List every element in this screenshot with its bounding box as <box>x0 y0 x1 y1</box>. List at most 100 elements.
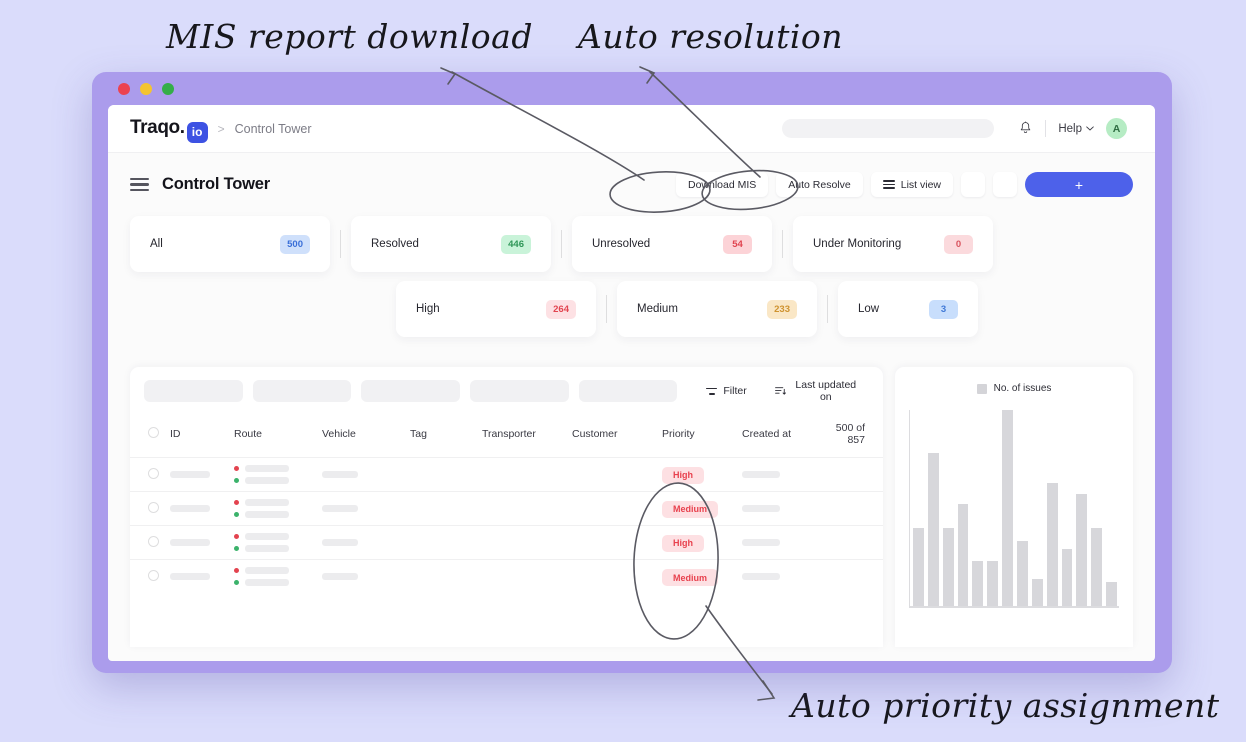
cell-id <box>170 560 234 594</box>
table-row[interactable]: Medium <box>130 491 883 526</box>
sort-icon <box>774 387 786 395</box>
stat-card-under-monitoring[interactable]: Under Monitoring 0 <box>793 216 993 272</box>
column-header-tag[interactable]: Tag <box>410 415 482 458</box>
route-origin <box>234 465 322 472</box>
cell-vehicle <box>322 560 410 594</box>
hamburger-icon[interactable] <box>130 177 149 192</box>
sort-button[interactable]: Last updated on <box>765 379 869 403</box>
destination-dot-icon <box>234 580 239 586</box>
row-select-cell <box>130 560 170 594</box>
column-header-priority[interactable]: Priority <box>662 415 742 458</box>
column-header-id[interactable]: ID <box>170 415 234 458</box>
cell-route <box>234 458 322 492</box>
chart-bar <box>1046 482 1058 606</box>
route-destination <box>234 511 322 518</box>
window-titlebar <box>92 72 1172 105</box>
chart-bar <box>1031 578 1043 606</box>
search-input[interactable] <box>782 119 995 138</box>
stat-label: Resolved <box>371 238 419 250</box>
chart-bar <box>987 560 999 606</box>
table-filter-bar: Filter Last updated on <box>130 367 883 415</box>
download-mis-button[interactable]: Download MIS <box>676 172 769 197</box>
chart-bar <box>1061 549 1073 606</box>
cell-priority: High <box>662 526 742 560</box>
browser-window: Traqo. io > Control Tower Help A Control… <box>92 72 1172 673</box>
origin-dot-icon <box>234 466 239 471</box>
logo-wordmark: Traqo. <box>130 117 185 139</box>
cell-extra <box>832 526 883 560</box>
origin-dot-icon <box>234 500 239 505</box>
stat-card-low[interactable]: Low 3 <box>838 281 978 337</box>
bell-icon[interactable] <box>1018 121 1033 136</box>
list-view-button[interactable]: List view <box>870 172 953 197</box>
add-button[interactable]: + <box>1025 172 1133 197</box>
breadcrumb-control-tower[interactable]: Control Tower <box>235 122 312 136</box>
stat-card-unresolved[interactable]: Unresolved 54 <box>572 216 772 272</box>
chart-bar <box>927 453 939 606</box>
stat-card-all[interactable]: All 500 <box>130 216 330 272</box>
table-row[interactable]: Medium <box>130 559 883 594</box>
row-checkbox[interactable] <box>148 467 159 479</box>
minimize-window-dot[interactable] <box>140 82 152 95</box>
column-header-customer[interactable]: Customer <box>572 415 662 458</box>
skeleton-bar <box>742 505 780 512</box>
column-header-transporter[interactable]: Transporter <box>482 415 572 458</box>
route-stack <box>234 499 322 518</box>
cell-tag <box>410 458 482 492</box>
cell-id <box>170 458 234 492</box>
toolbar-icon-button-2[interactable] <box>993 172 1017 197</box>
maximize-window-dot[interactable] <box>162 82 174 95</box>
help-menu[interactable]: Help <box>1058 123 1094 135</box>
filter-button[interactable]: Filter <box>697 380 756 402</box>
filter-placeholder-1[interactable] <box>144 380 243 402</box>
stat-card-medium[interactable]: Medium 233 <box>617 281 817 337</box>
cell-route <box>234 560 322 594</box>
row-checkbox[interactable] <box>148 569 159 581</box>
auto-resolve-button[interactable]: Auto Resolve <box>776 172 863 197</box>
stats-area: All 500 Resolved 446 Unresolved 54 Under… <box>108 216 1155 337</box>
cell-transporter <box>482 560 572 594</box>
priority-badge: High <box>662 534 704 552</box>
filter-placeholder-2[interactable] <box>252 380 352 402</box>
filter-placeholder-3[interactable] <box>361 380 461 402</box>
row-checkbox[interactable] <box>148 501 159 513</box>
filter-placeholder-5[interactable] <box>578 380 678 402</box>
chart-bar <box>1017 541 1028 606</box>
cell-route <box>234 526 322 560</box>
chart-bar <box>972 560 984 606</box>
row-select-cell <box>130 492 170 526</box>
skeleton-bar <box>322 471 358 478</box>
annotation-auto-priority-assignment: Auto priority assignment <box>791 686 1220 725</box>
stat-label: Medium <box>637 303 678 315</box>
skeleton-bar <box>742 539 780 546</box>
route-origin <box>234 499 322 506</box>
filter-placeholder-4[interactable] <box>470 380 569 402</box>
close-window-dot[interactable] <box>118 82 130 95</box>
help-label: Help <box>1058 122 1082 135</box>
skeleton-bar <box>245 545 289 552</box>
route-origin <box>234 567 322 575</box>
table-head: ID Route Vehicle Tag Transporter Custome… <box>130 415 883 458</box>
cell-extra <box>832 492 883 526</box>
row-checkbox[interactable] <box>148 535 159 547</box>
skeleton-bar <box>245 533 289 540</box>
stat-card-high[interactable]: High 264 <box>396 281 596 337</box>
column-header-route[interactable]: Route <box>234 415 322 458</box>
avatar[interactable]: A <box>1106 118 1127 139</box>
table-row[interactable]: High <box>130 525 883 560</box>
app-logo[interactable]: Traqo. io <box>130 117 208 143</box>
page-title: Control Tower <box>162 175 271 193</box>
annotation-auto-resolution: Auto resolution <box>578 17 844 56</box>
stat-label: All <box>150 238 163 250</box>
toolbar-icon-button-1[interactable] <box>961 172 985 197</box>
column-header-created-at[interactable]: Created at <box>742 415 832 458</box>
priority-badge: Medium <box>662 569 719 586</box>
select-all-checkbox[interactable] <box>148 427 159 438</box>
skeleton-bar <box>742 471 780 478</box>
table-row[interactable]: High <box>130 457 883 492</box>
cell-created-at <box>742 526 832 560</box>
route-destination <box>234 477 322 484</box>
stat-card-resolved[interactable]: Resolved 446 <box>351 216 551 272</box>
stat-label: Under Monitoring <box>813 238 902 250</box>
column-header-vehicle[interactable]: Vehicle <box>322 415 410 458</box>
